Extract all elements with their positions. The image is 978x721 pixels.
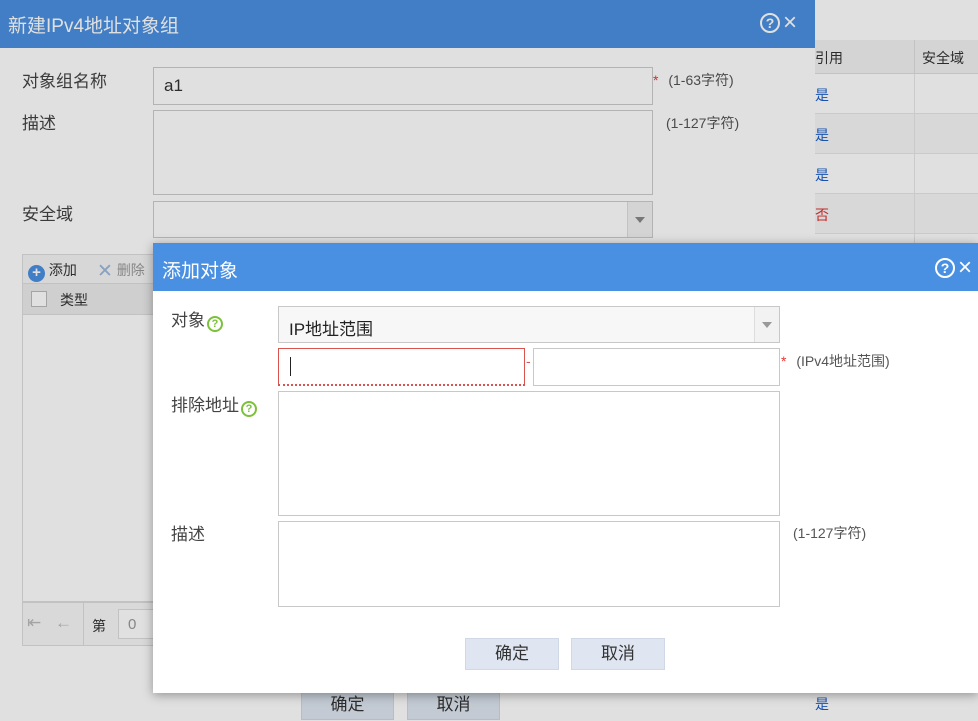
- object-type-value: IP地址范围: [289, 320, 374, 339]
- question-icon[interactable]: ?: [207, 316, 223, 332]
- range-start-input[interactable]: [278, 348, 525, 386]
- dialog-title: 添加对象: [162, 261, 239, 282]
- question-icon[interactable]: ?: [241, 401, 257, 417]
- close-icon[interactable]: ×: [958, 256, 972, 280]
- help-icon[interactable]: ?: [935, 258, 955, 278]
- description-label: 描述: [171, 525, 205, 544]
- exclude-address-label: 排除地址: [171, 396, 239, 415]
- object-label: 对象: [171, 311, 205, 330]
- range-separator: -: [526, 353, 531, 369]
- cancel-button[interactable]: 取消: [571, 638, 665, 670]
- description-textarea[interactable]: [278, 521, 780, 607]
- range-end-input[interactable]: [533, 348, 780, 386]
- chevron-down-icon[interactable]: [754, 307, 779, 342]
- required-mark: *: [781, 353, 787, 369]
- dialog-title-bar: 添加对象 ? ×: [153, 243, 978, 291]
- range-hint: (IPv4地址范围): [796, 353, 890, 369]
- add-object-dialog: 添加对象 ? × 对象? IP地址范围 - * (IPv4地址范围) 排除地址? …: [153, 243, 978, 693]
- exclude-address-textarea[interactable]: [278, 391, 780, 516]
- object-type-select[interactable]: IP地址范围: [278, 306, 780, 343]
- description-length-hint: (1-127字符): [793, 525, 867, 541]
- ok-button[interactable]: 确定: [465, 638, 559, 670]
- text-cursor: [290, 357, 291, 376]
